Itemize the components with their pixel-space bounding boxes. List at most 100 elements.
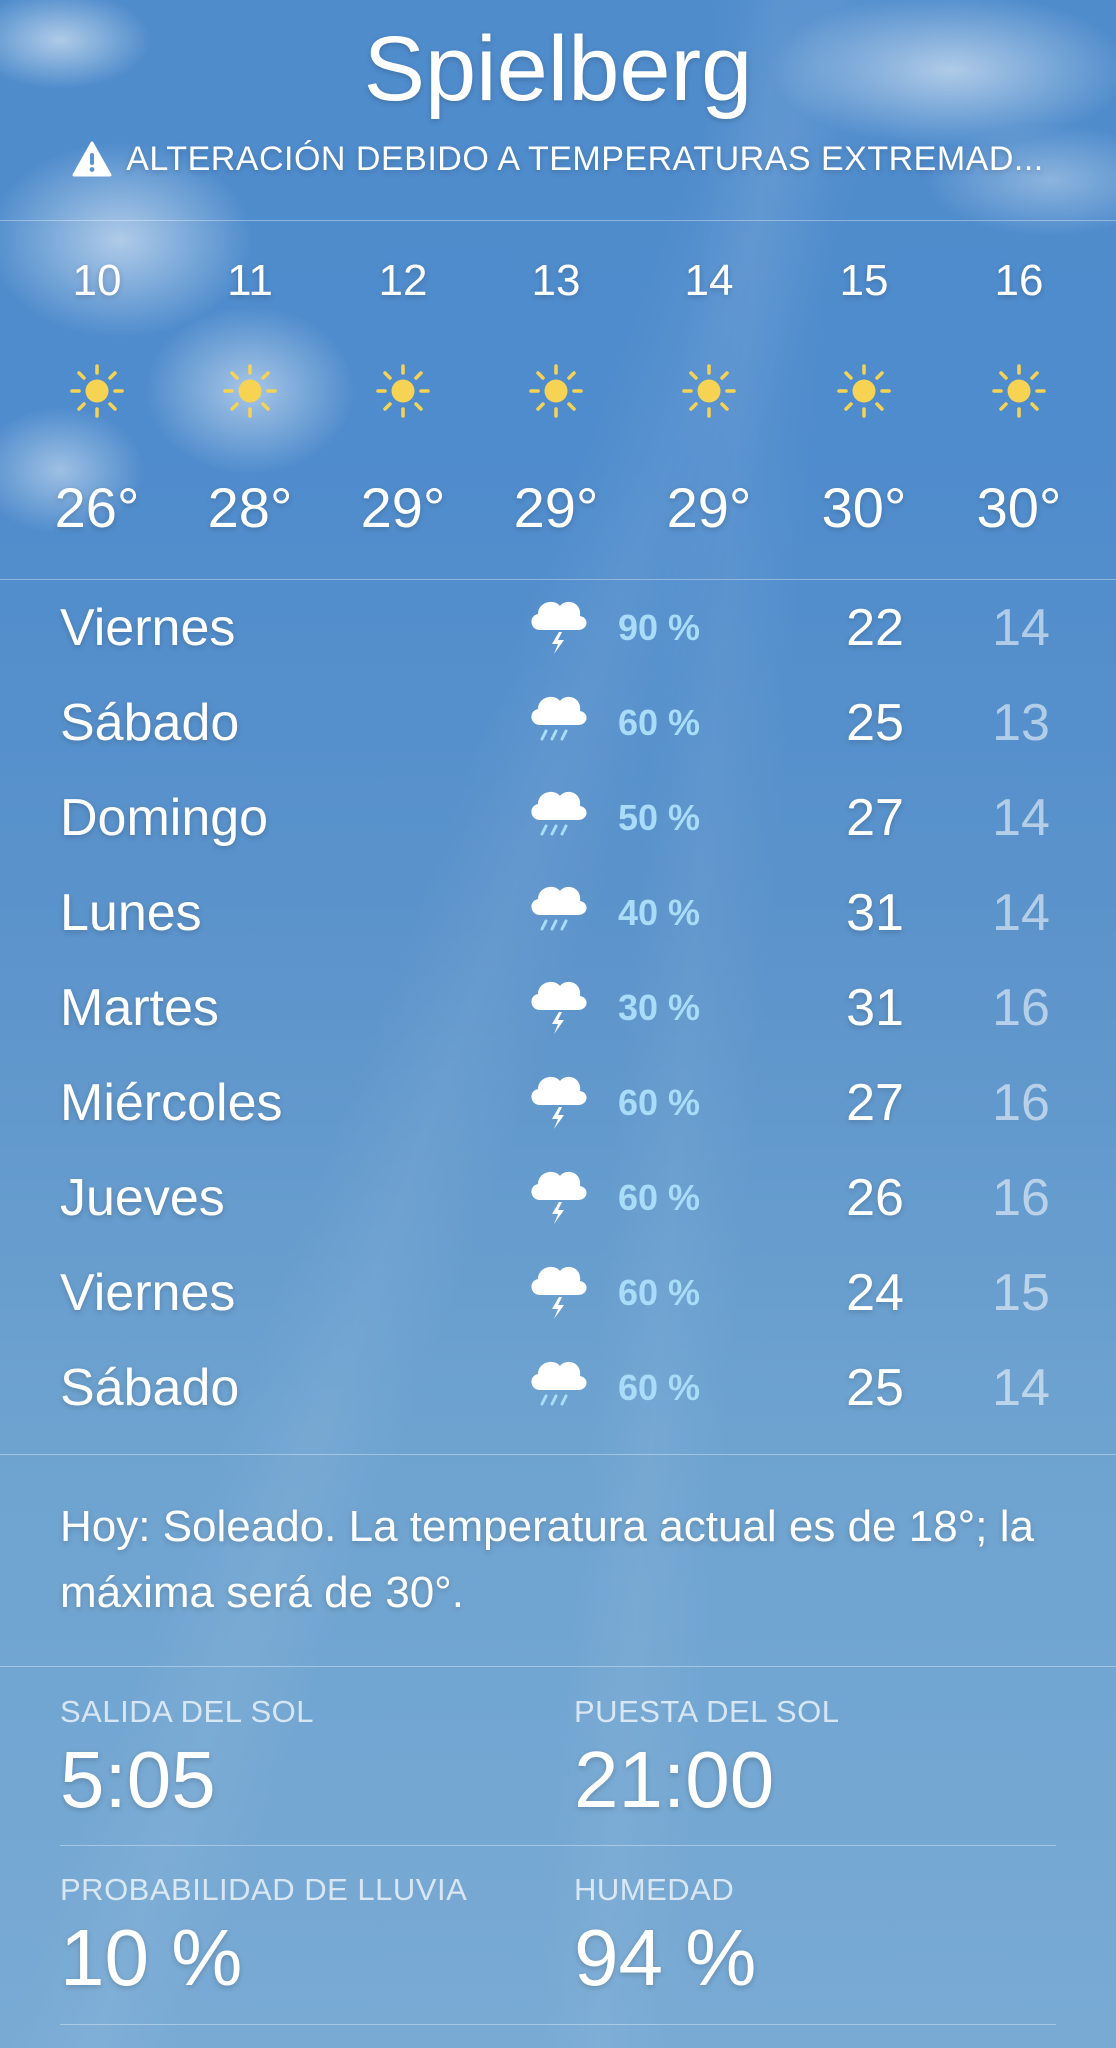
humidity-detail: HUMEDAD 94 % xyxy=(574,1870,1074,2006)
precipitation-chance: 30 % xyxy=(618,987,701,1028)
high-temperature: 31 xyxy=(846,979,904,1037)
sunset-label: PUESTA DEL SOL xyxy=(574,1694,840,1729)
day-name: Lunes xyxy=(60,884,202,942)
hour-item: 14 29° xyxy=(634,221,784,579)
day-name: Viernes xyxy=(60,1264,236,1322)
rain-icon xyxy=(526,782,590,852)
high-temperature: 27 xyxy=(846,789,904,847)
rain-icon xyxy=(526,1352,590,1422)
hour-temperature: 29° xyxy=(513,476,599,539)
alert-text: ALTERACIÓN DEBIDO A TEMPERATURAS EXTREMA… xyxy=(126,139,1044,178)
day-name: Domingo xyxy=(60,789,269,847)
day-name: Sábado xyxy=(60,694,240,752)
low-temperature: 14 xyxy=(992,884,1050,942)
hour-temperature: 26° xyxy=(54,476,140,539)
low-temperature: 16 xyxy=(992,979,1050,1037)
sun-icon xyxy=(836,363,892,419)
low-temperature: 14 xyxy=(992,1359,1050,1417)
hourly-forecast[interactable]: 10 26° 11 28° 12 29° 13 29° 14 29° 15 30… xyxy=(0,221,1116,579)
hour-time: 10 xyxy=(72,256,122,305)
precipitation-chance: 90 % xyxy=(618,607,701,648)
precipitation-chance: 60 % xyxy=(618,1272,701,1313)
hour-item: 12 29° xyxy=(328,221,478,579)
precipitation-chance: 60 % xyxy=(618,1177,701,1218)
today-summary: Hoy: Soleado. La temperatura actual es d… xyxy=(60,1502,1034,1617)
thunderstorm-icon xyxy=(526,1257,590,1327)
rain-icon xyxy=(526,687,590,757)
hour-temperature: 29° xyxy=(360,476,446,539)
thunderstorm-icon xyxy=(526,972,590,1042)
forecast-row: Sábado 60 % 25 13 xyxy=(0,675,1116,770)
warning-icon xyxy=(72,141,112,177)
low-temperature: 16 xyxy=(992,1074,1050,1132)
hour-item: 15 30° xyxy=(789,221,939,579)
location-header: Spielberg ALTERACIÓN DEBIDO A TEMPERATUR… xyxy=(0,0,1116,220)
day-name: Martes xyxy=(60,979,219,1037)
hour-temperature: 29° xyxy=(666,476,752,539)
rain-icon xyxy=(526,877,590,947)
city-name: Spielberg xyxy=(363,18,753,120)
hour-temperature: 30° xyxy=(821,476,907,539)
hour-item: 11 28° xyxy=(175,221,325,579)
hour-temperature: 30° xyxy=(976,476,1062,539)
high-temperature: 27 xyxy=(846,1074,904,1132)
humidity-value: 94 % xyxy=(574,1913,757,2002)
low-temperature: 15 xyxy=(992,1264,1050,1322)
high-temperature: 26 xyxy=(846,1169,904,1227)
hour-item: 13 29° xyxy=(481,221,631,579)
low-temperature: 14 xyxy=(992,789,1050,847)
forecast-row: Martes 30 % 31 16 xyxy=(0,960,1116,1055)
sun-icon xyxy=(375,363,431,419)
forecast-row: Domingo 50 % 27 14 xyxy=(0,770,1116,865)
severe-weather-alert[interactable]: ALTERACIÓN DEBIDO A TEMPERATURAS EXTREMA… xyxy=(0,134,1116,184)
forecast-row: Jueves 60 % 26 16 xyxy=(0,1150,1116,1245)
rain-chance-label: PROBABILIDAD DE LLUVIA xyxy=(60,1872,468,1907)
hour-time: 15 xyxy=(839,256,889,305)
high-temperature: 24 xyxy=(846,1264,904,1322)
high-temperature: 22 xyxy=(846,599,904,657)
low-temperature: 13 xyxy=(992,694,1050,752)
high-temperature: 25 xyxy=(846,694,904,752)
details-row-divider xyxy=(60,1845,1056,1846)
precipitation-chance: 60 % xyxy=(618,1367,701,1408)
sunrise-label: SALIDA DEL SOL xyxy=(60,1694,314,1729)
sun-icon xyxy=(69,363,125,419)
rain-chance-value: 10 % xyxy=(60,1913,243,2002)
hour-time: 14 xyxy=(684,256,734,305)
thunderstorm-icon xyxy=(526,1067,590,1137)
sunrise-detail: SALIDA DEL SOL 5:05 xyxy=(60,1692,560,1828)
sunrise-value: 5:05 xyxy=(60,1735,216,1824)
hour-temperature: 28° xyxy=(207,476,293,539)
forecast-row: Miércoles 60 % 27 16 xyxy=(0,1055,1116,1150)
high-temperature: 31 xyxy=(846,884,904,942)
forecast-row: Viernes 60 % 24 15 xyxy=(0,1245,1116,1340)
day-name: Viernes xyxy=(60,599,236,657)
rain-chance-detail: PROBABILIDAD DE LLUVIA 10 % xyxy=(60,1870,560,2006)
hour-item: 10 26° xyxy=(22,221,172,579)
sun-icon xyxy=(222,363,278,419)
sunset-detail: PUESTA DEL SOL 21:00 xyxy=(574,1692,1074,1828)
day-name: Jueves xyxy=(60,1169,225,1227)
precipitation-chance: 40 % xyxy=(618,892,701,933)
hour-item: 16 30° xyxy=(944,221,1094,579)
high-temperature: 25 xyxy=(846,1359,904,1417)
thunderstorm-icon xyxy=(526,1162,590,1232)
day-name: Sábado xyxy=(60,1359,240,1417)
daily-forecast: Viernes 90 % 22 14 Sábado 60 % 25 13 Dom… xyxy=(0,580,1116,1454)
weather-details: SALIDA DEL SOL 5:05 PUESTA DEL SOL 21:00… xyxy=(0,1666,1116,2048)
forecast-row: Viernes 90 % 22 14 xyxy=(0,580,1116,675)
precipitation-chance: 60 % xyxy=(618,702,701,743)
low-temperature: 16 xyxy=(992,1169,1050,1227)
sun-icon xyxy=(991,363,1047,419)
low-temperature: 14 xyxy=(992,599,1050,657)
daily-divider xyxy=(0,1454,1116,1455)
forecast-row: Sábado 60 % 25 14 xyxy=(0,1340,1116,1435)
hour-time: 12 xyxy=(378,256,428,305)
sunset-value: 21:00 xyxy=(574,1735,775,1824)
precipitation-chance: 50 % xyxy=(618,797,701,838)
hour-time: 16 xyxy=(994,256,1044,305)
details-bottom-divider xyxy=(60,2024,1056,2025)
hour-time: 13 xyxy=(531,256,581,305)
thunderstorm-icon xyxy=(526,592,590,662)
precipitation-chance: 60 % xyxy=(618,1082,701,1123)
